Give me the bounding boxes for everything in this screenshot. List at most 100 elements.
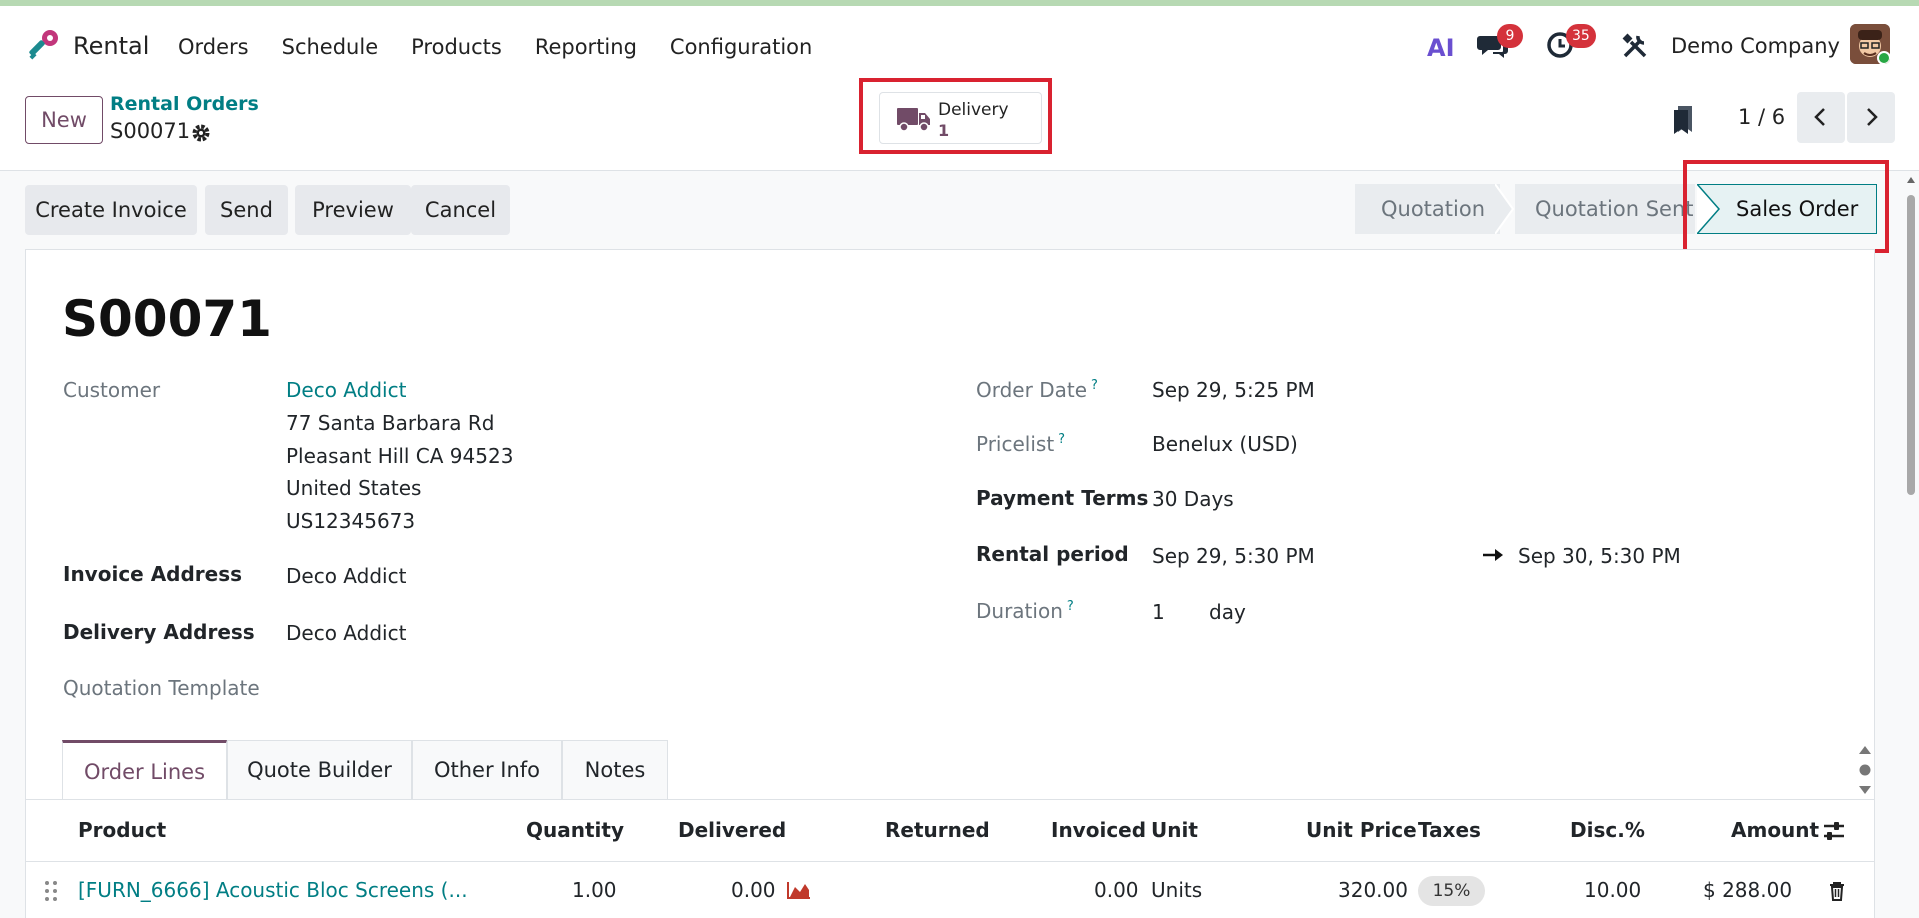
new-button[interactable]: New <box>25 96 103 144</box>
payment-terms-label: Payment Terms <box>976 486 1149 510</box>
row-tax-badge[interactable]: 15% <box>1418 876 1485 906</box>
breadcrumb-rental-orders[interactable]: Rental Orders <box>110 93 259 115</box>
breadcrumb-current-record: S00071 <box>110 119 191 143</box>
tabs-divider <box>25 799 1875 800</box>
row-quantity[interactable]: 1.00 <box>572 878 617 902</box>
customer-label: Customer <box>63 378 161 402</box>
drag-handle-icon[interactable] <box>44 880 58 902</box>
send-button[interactable]: Send <box>205 185 288 235</box>
col-returned[interactable]: Returned <box>885 818 990 842</box>
status-quotation[interactable]: Quotation <box>1355 184 1500 234</box>
page-scrollbar[interactable] <box>1903 171 1919 918</box>
invoice-address-label: Invoice Address <box>63 562 243 586</box>
tab-quote-builder[interactable]: Quote Builder <box>227 740 412 800</box>
optional-columns-icon[interactable] <box>1822 820 1846 842</box>
col-product[interactable]: Product <box>78 818 166 842</box>
rental-app-icon[interactable] <box>24 28 60 64</box>
rental-period-label: Rental period <box>976 542 1129 566</box>
tab-order-lines[interactable]: Order Lines <box>62 740 227 800</box>
customer-vat: US12345673 <box>286 509 416 533</box>
payment-terms-field[interactable]: 30 Days <box>1152 487 1234 511</box>
user-avatar[interactable] <box>1850 24 1890 64</box>
col-discount[interactable]: Disc.% <box>1570 818 1645 842</box>
truck-icon <box>897 108 930 132</box>
customer-address-line: Pleasant Hill CA 94523 <box>286 444 514 468</box>
col-amount[interactable]: Amount <box>1731 818 1819 842</box>
ai-button[interactable]: AI <box>1427 34 1455 62</box>
gear-icon[interactable] <box>190 122 212 144</box>
arrow-right-icon <box>1483 549 1503 561</box>
menu-products[interactable]: Products <box>411 35 502 59</box>
rental-start-field[interactable]: Sep 29, 5:30 PM <box>1152 544 1315 568</box>
row-delivered: 0.00 <box>731 878 776 902</box>
main-navbar: Rental Orders Schedule Products Reportin… <box>0 6 1919 83</box>
trash-icon[interactable] <box>1828 881 1846 901</box>
pager-value[interactable]: 1 / 6 <box>1738 105 1785 129</box>
order-date-label: Order Date? <box>976 378 1098 402</box>
help-icon[interactable]: ? <box>1091 378 1098 393</box>
cancel-button[interactable]: Cancel <box>411 185 510 235</box>
status-separator <box>1495 184 1515 234</box>
record-title: S00071 <box>62 290 272 348</box>
invoice-address-field[interactable]: Deco Addict <box>286 564 406 588</box>
quotation-template-label: Quotation Template <box>63 676 260 700</box>
preview-button[interactable]: Preview <box>295 185 411 235</box>
row-amount: $ 288.00 <box>1703 878 1793 902</box>
status-sales-order[interactable]: Sales Order <box>1697 184 1877 234</box>
menu-reporting[interactable]: Reporting <box>535 35 637 59</box>
pager-previous-button[interactable] <box>1797 92 1845 143</box>
row-unit[interactable]: Units <box>1151 878 1202 902</box>
delivery-smart-button[interactable]: Delivery 1 <box>879 92 1042 144</box>
messages-badge: 9 <box>1497 24 1523 48</box>
online-status-dot <box>1877 51 1890 64</box>
menu-schedule[interactable]: Schedule <box>282 35 379 59</box>
order-date-field[interactable]: Sep 29, 5:25 PM <box>1152 378 1315 402</box>
rental-end-field[interactable]: Sep 30, 5:30 PM <box>1518 544 1681 568</box>
help-icon[interactable]: ? <box>1058 432 1065 447</box>
row-product[interactable]: [FURN_6666] Acoustic Bloc Screens (... <box>78 878 468 902</box>
customer-address-line: United States <box>286 476 422 500</box>
row-invoiced: 0.00 <box>1094 878 1139 902</box>
delivery-count: 1 <box>938 121 950 140</box>
col-unit[interactable]: Unit <box>1151 818 1198 842</box>
col-unit-price[interactable]: Unit Price <box>1306 818 1417 842</box>
delivery-label: Delivery <box>938 100 1009 120</box>
customer-name-link[interactable]: Deco Addict <box>286 378 406 402</box>
scroll-up-icon[interactable] <box>1906 175 1916 185</box>
delivery-address-label: Delivery Address <box>63 620 255 644</box>
area-chart-icon[interactable] <box>786 880 812 900</box>
top-menu: Orders Schedule Products Reporting Confi… <box>178 35 845 59</box>
status-active-arrow <box>1697 184 1720 234</box>
col-taxes[interactable]: Taxes <box>1418 818 1481 842</box>
col-delivered[interactable]: Delivered <box>678 818 786 842</box>
scrollbar-thumb[interactable] <box>1907 195 1915 495</box>
customer-address-line: 77 Santa Barbara Rd <box>286 411 495 435</box>
create-invoice-button[interactable]: Create Invoice <box>25 185 197 235</box>
debug-tools-icon[interactable] <box>1621 32 1649 60</box>
duration-unit: day <box>1209 600 1246 624</box>
row-unit-price[interactable]: 320.00 <box>1338 878 1408 902</box>
status-sales-order-label: Sales Order <box>1736 197 1859 221</box>
col-quantity[interactable]: Quantity <box>526 818 624 842</box>
pricelist-field[interactable]: Benelux (USD) <box>1152 432 1298 456</box>
company-switcher[interactable]: Demo Company <box>1671 34 1840 58</box>
chevron-left-icon <box>1814 108 1825 126</box>
tabs-scroll-icon[interactable] <box>1857 744 1873 796</box>
bookmark-icon[interactable] <box>1672 104 1696 136</box>
help-icon[interactable]: ? <box>1067 599 1074 614</box>
activities-badge: 35 <box>1566 24 1596 48</box>
duration-label: Duration? <box>976 599 1074 623</box>
menu-orders[interactable]: Orders <box>178 35 249 59</box>
delivery-address-field[interactable]: Deco Addict <box>286 621 406 645</box>
status-quotation-sent[interactable]: Quotation Sent <box>1515 184 1695 234</box>
tab-other-info[interactable]: Other Info <box>412 740 562 800</box>
col-invoiced[interactable]: Invoiced <box>1051 818 1146 842</box>
control-panel: New Rental Orders S00071 Delivery 1 1 / … <box>0 78 1919 171</box>
app-name[interactable]: Rental <box>73 32 149 60</box>
pricelist-label: Pricelist? <box>976 432 1066 456</box>
row-discount[interactable]: 10.00 <box>1584 878 1641 902</box>
tab-notes[interactable]: Notes <box>562 740 668 800</box>
menu-configuration[interactable]: Configuration <box>670 35 812 59</box>
table-header-divider <box>25 861 1875 862</box>
pager-next-button[interactable] <box>1847 92 1895 143</box>
